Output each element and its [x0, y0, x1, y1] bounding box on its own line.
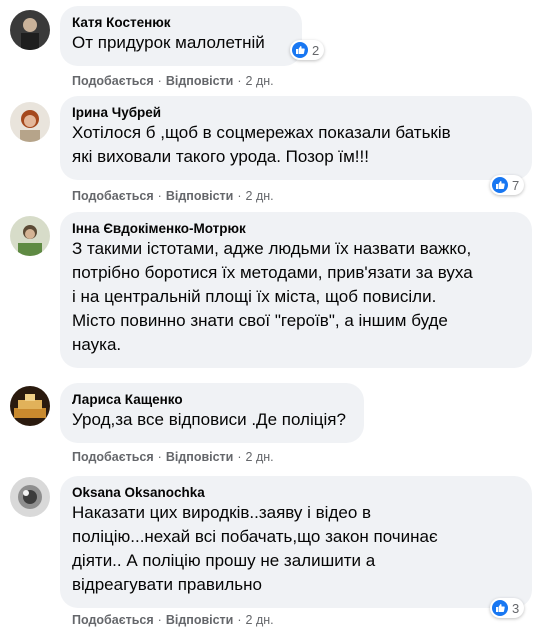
- like-button[interactable]: Подобається: [72, 189, 154, 203]
- timestamp[interactable]: 2 дн.: [246, 189, 274, 203]
- like-icon: [492, 177, 508, 193]
- timestamp[interactable]: 2 дн.: [246, 74, 274, 88]
- comment-bubble: Ірина Чубрей Хотілося б ,щоб в соцмережа…: [60, 96, 532, 180]
- timestamp[interactable]: 2 дн.: [246, 450, 274, 464]
- avatar[interactable]: [10, 102, 50, 142]
- comment-actions: Подобається · Відповісти · 2 дн.: [72, 74, 274, 88]
- like-button[interactable]: Подобається: [72, 74, 154, 88]
- reaction-number: 7: [512, 177, 520, 193]
- avatar[interactable]: [10, 216, 50, 256]
- comment-text: От придурок малолетній: [72, 33, 265, 52]
- timestamp[interactable]: 2 дн.: [246, 613, 274, 627]
- reply-button[interactable]: Відповісти: [166, 613, 234, 627]
- like-button[interactable]: Подобається: [72, 450, 154, 464]
- comment-text: Хотілося б ,щоб в соцмережах показали ба…: [72, 123, 451, 166]
- avatar[interactable]: [10, 10, 50, 50]
- like-button[interactable]: Подобається: [72, 613, 154, 627]
- comment-text: Урод,за все відповиси .Де поліція?: [72, 410, 346, 429]
- reaction-count[interactable]: 2: [290, 40, 325, 60]
- reaction-count[interactable]: 7: [490, 175, 525, 195]
- avatar[interactable]: [10, 386, 50, 426]
- comment-bubble: Катя Костенюк От придурок малолетній: [60, 6, 302, 66]
- reply-button[interactable]: Відповісти: [166, 189, 234, 203]
- comment-author[interactable]: Лариса Кащенко: [72, 391, 352, 408]
- avatar[interactable]: [10, 477, 50, 517]
- comment-bubble: Oksana Oksanochka Наказати цих виродків.…: [60, 476, 532, 608]
- comment-actions: Подобається · Відповісти · 2 дн.: [72, 450, 274, 464]
- reaction-count[interactable]: 3: [490, 598, 525, 618]
- reaction-number: 2: [312, 42, 320, 58]
- comment-actions: Подобається · Відповісти · 2 дн.: [72, 613, 274, 627]
- like-icon: [492, 600, 508, 616]
- comment-author[interactable]: Ірина Чубрей: [72, 104, 520, 121]
- comment-author[interactable]: Oksana Oksanochka: [72, 484, 520, 501]
- reply-button[interactable]: Відповісти: [166, 450, 234, 464]
- reply-button[interactable]: Відповісти: [166, 74, 234, 88]
- reaction-number: 3: [512, 600, 520, 616]
- like-icon: [292, 42, 308, 58]
- comment-author[interactable]: Інна Євдокіменко-Мотрюк: [72, 220, 520, 237]
- comment-bubble: Лариса Кащенко Урод,за все відповиси .Де…: [60, 383, 364, 443]
- comment-text: Наказати цих виродків..заяву і відео в п…: [72, 503, 438, 594]
- comment-text: З такими істотами, адже людьми їх назват…: [72, 239, 473, 354]
- comment-author[interactable]: Катя Костенюк: [72, 14, 290, 31]
- comment-bubble: Інна Євдокіменко-Мотрюк З такими істотам…: [60, 212, 532, 368]
- comment-actions: Подобається · Відповісти · 2 дн.: [72, 189, 274, 203]
